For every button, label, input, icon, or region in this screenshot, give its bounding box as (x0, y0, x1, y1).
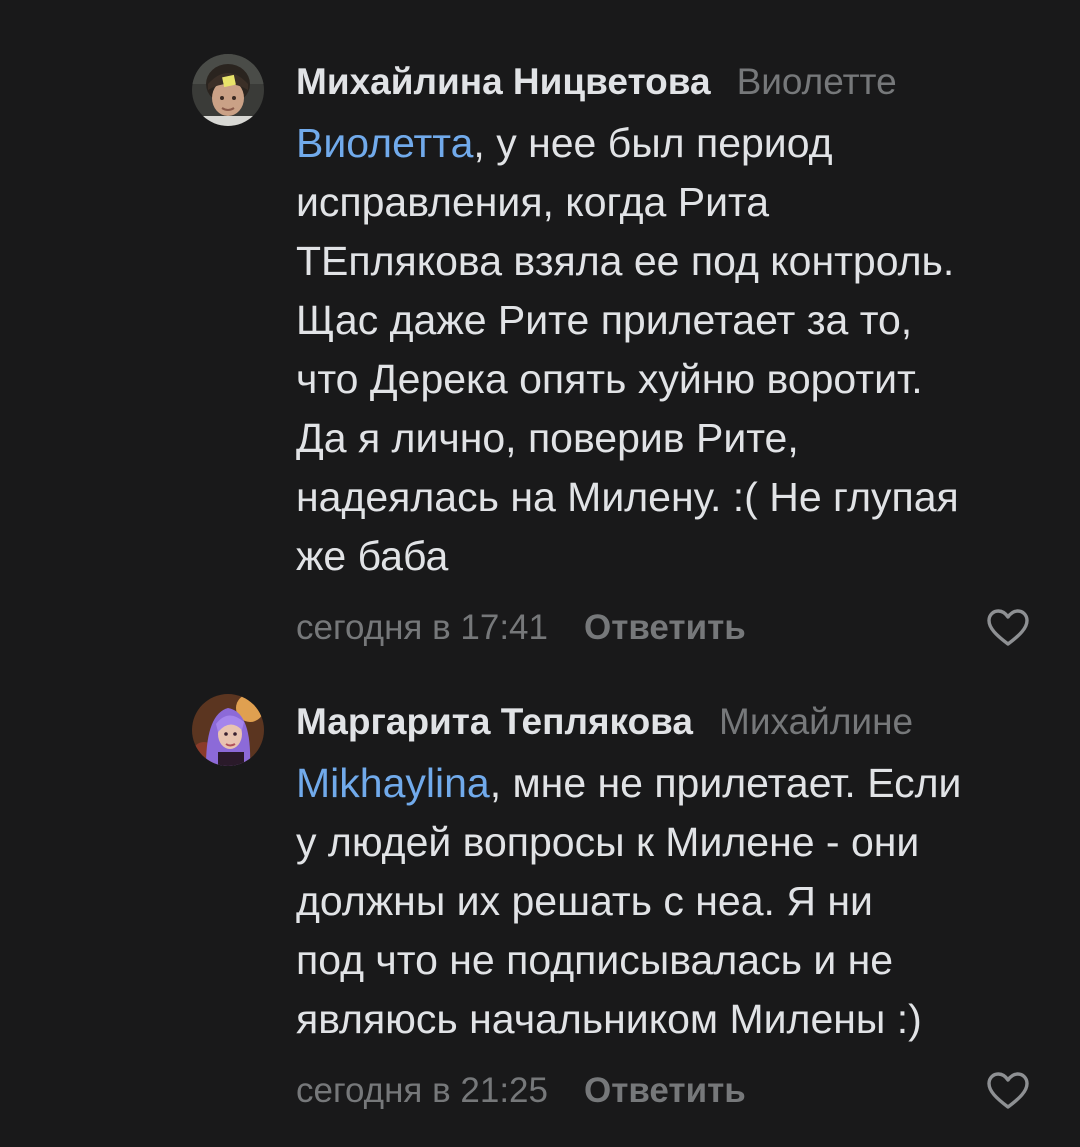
like-button[interactable] (986, 608, 1030, 648)
author-name[interactable]: Маргарита Теплякова (296, 701, 693, 742)
comment-footer: сегодня в 21:25 Ответить (296, 1061, 1056, 1121)
comment-footer: сегодня в 17:41 Ответить (296, 598, 1056, 658)
user-photo-avatar-icon (192, 694, 264, 766)
reply-to-name[interactable]: Михайлине (719, 701, 913, 742)
comment-text: Mikhaylina, мне не прилетает. Если у люд… (296, 754, 1041, 1049)
like-button[interactable] (986, 1071, 1030, 1111)
avatar[interactable] (192, 694, 264, 766)
avatar[interactable] (192, 54, 264, 126)
user-photo-avatar-icon (192, 54, 264, 126)
reply-button[interactable]: Ответить (584, 1071, 746, 1110)
comment-text: Виолетта, у нее был период исправления, … (296, 114, 1041, 586)
timestamp: сегодня в 21:25 (296, 1071, 548, 1110)
timestamp: сегодня в 17:41 (296, 608, 548, 647)
heart-outline-icon (987, 609, 1029, 646)
comment-header: Маргарита Теплякова Михайлине (296, 690, 1056, 754)
comment-body: , у нее был период исправления, когда Ри… (296, 120, 959, 579)
mention-link[interactable]: Виолетта (296, 120, 473, 166)
reply-button[interactable]: Ответить (584, 608, 746, 647)
reply-to-name[interactable]: Виолетте (737, 61, 897, 102)
author-name[interactable]: Михайлина Ницветова (296, 61, 711, 102)
comment-header: Михайлина Ницветова Виолетте (296, 50, 1056, 114)
mention-link[interactable]: Mikhaylina (296, 760, 490, 806)
heart-outline-icon (987, 1072, 1029, 1109)
